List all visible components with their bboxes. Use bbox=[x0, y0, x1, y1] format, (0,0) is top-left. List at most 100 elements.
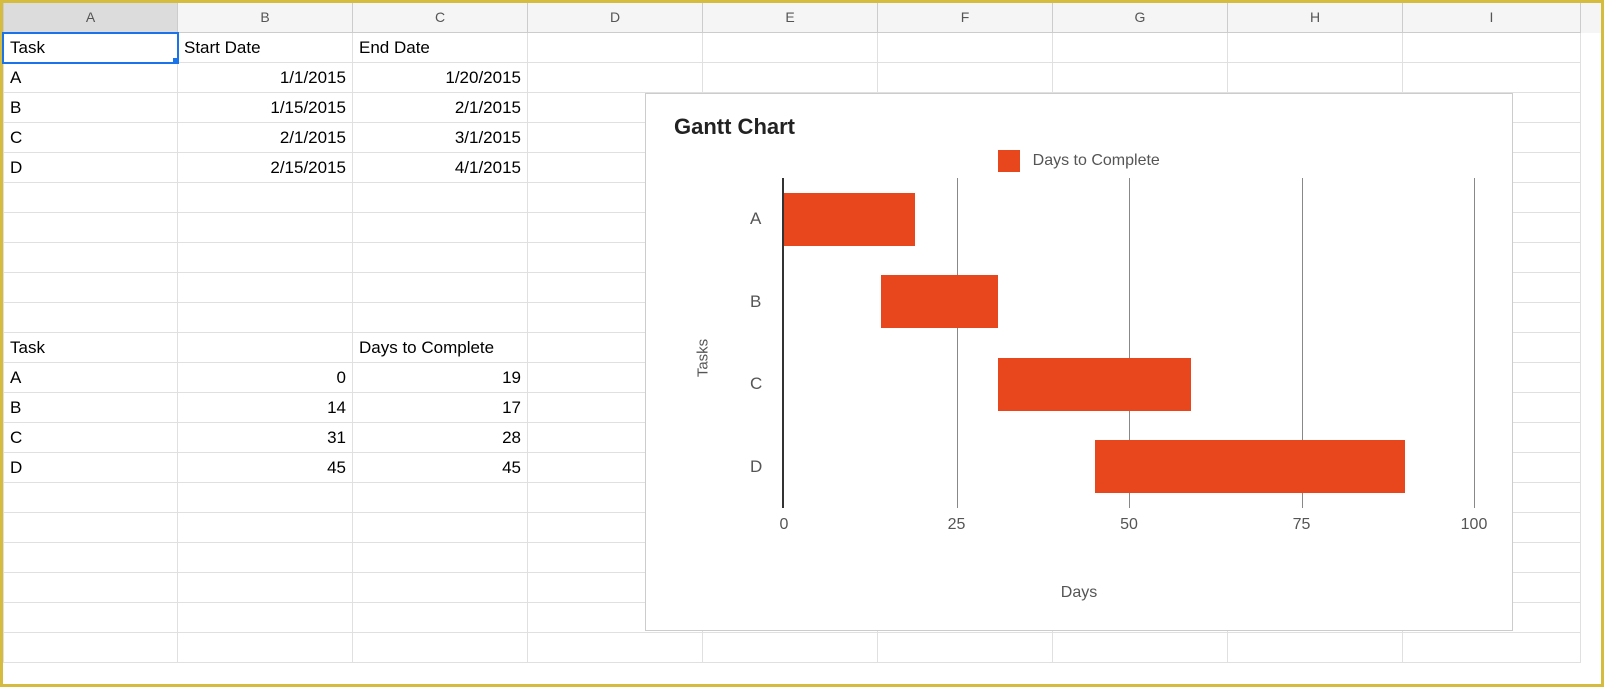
row: TaskStart DateEnd Date bbox=[3, 33, 1601, 63]
cell-A7[interactable] bbox=[3, 213, 178, 243]
cell-H2[interactable] bbox=[1228, 63, 1403, 93]
cell-B15[interactable]: 45 bbox=[178, 453, 353, 483]
cell-C16[interactable] bbox=[353, 483, 528, 513]
cell-A15[interactable]: D bbox=[3, 453, 178, 483]
bar-B[interactable] bbox=[881, 275, 998, 328]
column-header-F[interactable]: F bbox=[878, 3, 1053, 33]
cell-A21[interactable] bbox=[3, 633, 178, 663]
cell-H21[interactable] bbox=[1228, 633, 1403, 663]
cell-G2[interactable] bbox=[1053, 63, 1228, 93]
cell-A16[interactable] bbox=[3, 483, 178, 513]
cell-C1[interactable]: End Date bbox=[353, 33, 528, 63]
cell-C3[interactable]: 2/1/2015 bbox=[353, 93, 528, 123]
cell-B12[interactable]: 0 bbox=[178, 363, 353, 393]
cell-A20[interactable] bbox=[3, 603, 178, 633]
cell-B19[interactable] bbox=[178, 573, 353, 603]
column-header-I[interactable]: I bbox=[1403, 3, 1581, 33]
cell-C4[interactable]: 3/1/2015 bbox=[353, 123, 528, 153]
cell-B14[interactable]: 31 bbox=[178, 423, 353, 453]
cell-C9[interactable] bbox=[353, 273, 528, 303]
cell-F2[interactable] bbox=[878, 63, 1053, 93]
cell-A12[interactable]: A bbox=[3, 363, 178, 393]
cell-A10[interactable] bbox=[3, 303, 178, 333]
bar-D[interactable] bbox=[1095, 440, 1406, 493]
cell-A1[interactable]: Task bbox=[3, 33, 178, 63]
cell-B8[interactable] bbox=[178, 243, 353, 273]
cell-C21[interactable] bbox=[353, 633, 528, 663]
cell-F21[interactable] bbox=[878, 633, 1053, 663]
cell-E21[interactable] bbox=[703, 633, 878, 663]
cell-D1[interactable] bbox=[528, 33, 703, 63]
cell-B21[interactable] bbox=[178, 633, 353, 663]
cell-B7[interactable] bbox=[178, 213, 353, 243]
cell-C5[interactable]: 4/1/2015 bbox=[353, 153, 528, 183]
cell-B20[interactable] bbox=[178, 603, 353, 633]
cell-A19[interactable] bbox=[3, 573, 178, 603]
column-header-A[interactable]: A bbox=[3, 3, 178, 33]
cell-C7[interactable] bbox=[353, 213, 528, 243]
cell-A14[interactable]: C bbox=[3, 423, 178, 453]
cell-B9[interactable] bbox=[178, 273, 353, 303]
column-header-B[interactable]: B bbox=[178, 3, 353, 33]
cell-F1[interactable] bbox=[878, 33, 1053, 63]
cell-B13[interactable]: 14 bbox=[178, 393, 353, 423]
legend-swatch-icon bbox=[998, 150, 1020, 172]
cell-G21[interactable] bbox=[1053, 633, 1228, 663]
cell-E2[interactable] bbox=[703, 63, 878, 93]
bar-C[interactable] bbox=[998, 358, 1191, 411]
cell-A13[interactable]: B bbox=[3, 393, 178, 423]
cell-C20[interactable] bbox=[353, 603, 528, 633]
column-header-D[interactable]: D bbox=[528, 3, 703, 33]
bar-row-B: B bbox=[784, 275, 1474, 328]
cell-A17[interactable] bbox=[3, 513, 178, 543]
cell-B17[interactable] bbox=[178, 513, 353, 543]
cell-I1[interactable] bbox=[1403, 33, 1581, 63]
cell-B10[interactable] bbox=[178, 303, 353, 333]
cell-A9[interactable] bbox=[3, 273, 178, 303]
cell-B1[interactable]: Start Date bbox=[178, 33, 353, 63]
cell-B2[interactable]: 1/1/2015 bbox=[178, 63, 353, 93]
cell-D2[interactable] bbox=[528, 63, 703, 93]
gantt-chart[interactable]: Gantt Chart Days to Complete Tasks 02550… bbox=[645, 93, 1513, 631]
column-header-C[interactable]: C bbox=[353, 3, 528, 33]
cell-A5[interactable]: D bbox=[3, 153, 178, 183]
cell-C19[interactable] bbox=[353, 573, 528, 603]
cell-E1[interactable] bbox=[703, 33, 878, 63]
cell-B4[interactable]: 2/1/2015 bbox=[178, 123, 353, 153]
cell-C13[interactable]: 17 bbox=[353, 393, 528, 423]
cell-I2[interactable] bbox=[1403, 63, 1581, 93]
bar-A[interactable] bbox=[784, 193, 915, 246]
cell-B3[interactable]: 1/15/2015 bbox=[178, 93, 353, 123]
column-header-E[interactable]: E bbox=[703, 3, 878, 33]
cell-C10[interactable] bbox=[353, 303, 528, 333]
cell-B16[interactable] bbox=[178, 483, 353, 513]
cell-I21[interactable] bbox=[1403, 633, 1581, 663]
cell-A6[interactable] bbox=[3, 183, 178, 213]
cell-G1[interactable] bbox=[1053, 33, 1228, 63]
cell-B5[interactable]: 2/15/2015 bbox=[178, 153, 353, 183]
cell-A4[interactable]: C bbox=[3, 123, 178, 153]
cell-C15[interactable]: 45 bbox=[353, 453, 528, 483]
cell-B18[interactable] bbox=[178, 543, 353, 573]
cell-B6[interactable] bbox=[178, 183, 353, 213]
cell-C14[interactable]: 28 bbox=[353, 423, 528, 453]
cell-B11[interactable] bbox=[178, 333, 353, 363]
column-header-G[interactable]: G bbox=[1053, 3, 1228, 33]
cell-A3[interactable]: B bbox=[3, 93, 178, 123]
x-tick-label: 100 bbox=[1461, 516, 1488, 534]
cell-A18[interactable] bbox=[3, 543, 178, 573]
column-header-H[interactable]: H bbox=[1228, 3, 1403, 33]
cell-D21[interactable] bbox=[528, 633, 703, 663]
cell-A2[interactable]: A bbox=[3, 63, 178, 93]
cell-C17[interactable] bbox=[353, 513, 528, 543]
bar-row-A: A bbox=[784, 193, 1474, 246]
cell-H1[interactable] bbox=[1228, 33, 1403, 63]
cell-C18[interactable] bbox=[353, 543, 528, 573]
cell-C8[interactable] bbox=[353, 243, 528, 273]
cell-A8[interactable] bbox=[3, 243, 178, 273]
cell-C6[interactable] bbox=[353, 183, 528, 213]
cell-C11[interactable]: Days to Complete bbox=[353, 333, 528, 363]
cell-C12[interactable]: 19 bbox=[353, 363, 528, 393]
cell-A11[interactable]: Task bbox=[3, 333, 178, 363]
cell-C2[interactable]: 1/20/2015 bbox=[353, 63, 528, 93]
